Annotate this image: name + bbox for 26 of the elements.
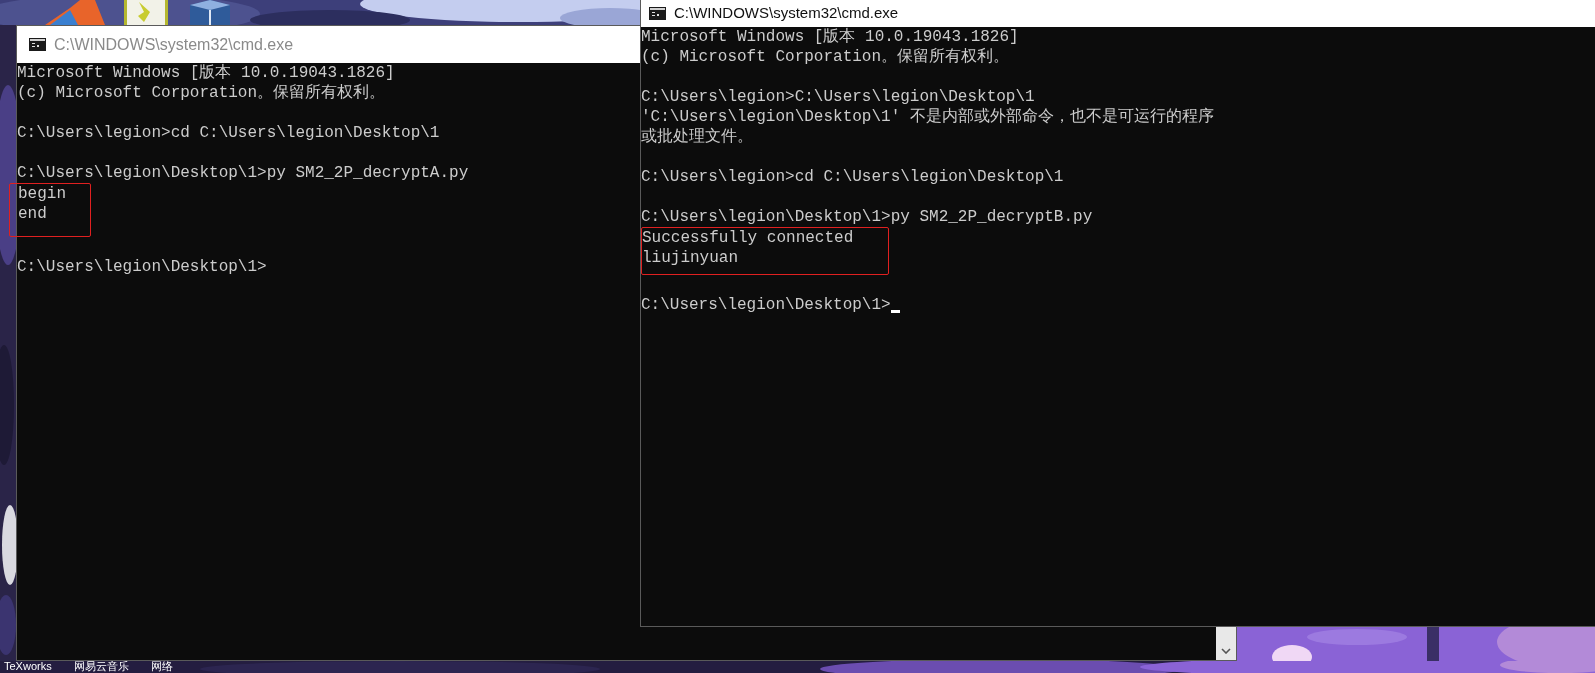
console-line: (c) Microsoft Corporation。保留所有权利。 [641,47,1010,67]
console-line: begin [18,184,66,204]
console-line: liujinyuan [642,248,738,268]
chevron-down-icon[interactable] [1221,648,1231,654]
console-line: end [18,204,47,224]
console-line: C:\Users\legion\Desktop\1> [17,257,267,277]
console-icon [649,7,666,20]
console-line: C:\Users\legion>cd C:\Users\legion\Desktop\1 [17,123,440,143]
desktop-icon-label[interactable]: 网易云音乐 [73,661,129,672]
scrollbar[interactable] [1216,627,1236,660]
console-line: C:\Users\legion>C:\Users\legion\Desktop\1 [641,87,1035,107]
desktop-icon-label[interactable]: TeXworks [4,661,52,672]
console-line: C:\Users\legion\Desktop\1>py SM2_2P_decryptB.py [641,207,1093,227]
console-line: Successfully connected [642,228,854,248]
console-line: 'C:\Users\legion\Desktop\1' 不是内部或外部命令，也不是可运行的程序 [641,107,1214,127]
window-title: C:\WINDOWS\system32\cmd.exe [674,3,899,24]
desktop-icon-label[interactable]: 网络 [150,661,173,672]
console-line: C:\Users\legion\Desktop\1>py SM2_2P_decryptA.py [17,163,469,183]
console-line: C:\Users\legion>cd C:\Users\legion\Desktop\1 [641,167,1064,187]
console-line: Microsoft Windows [版本 10.0.19043.1826] [17,63,395,83]
console-icon [29,38,46,51]
window-title: C:\WINDOWS\system32\cmd.exe [54,34,294,55]
console-line: 或批处理文件。 [641,127,753,147]
console-line: (c) Microsoft Corporation。保留所有权利。 [17,83,386,103]
console-line: C:\Users\legion\Desktop\1> [641,295,900,315]
console-line: Microsoft Windows [版本 10.0.19043.1826] [641,27,1019,47]
